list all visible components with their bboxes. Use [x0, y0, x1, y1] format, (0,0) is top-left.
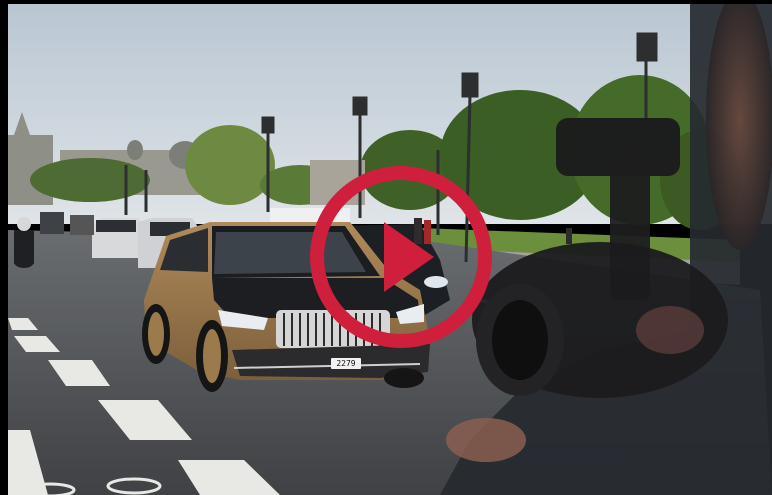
play-button[interactable] — [308, 164, 494, 350]
license-plate-text: 2279 — [331, 358, 361, 369]
video-frame[interactable]: 2279 — [8, 4, 772, 495]
play-icon — [310, 166, 492, 348]
video-player[interactable]: 2279 — [0, 0, 772, 495]
